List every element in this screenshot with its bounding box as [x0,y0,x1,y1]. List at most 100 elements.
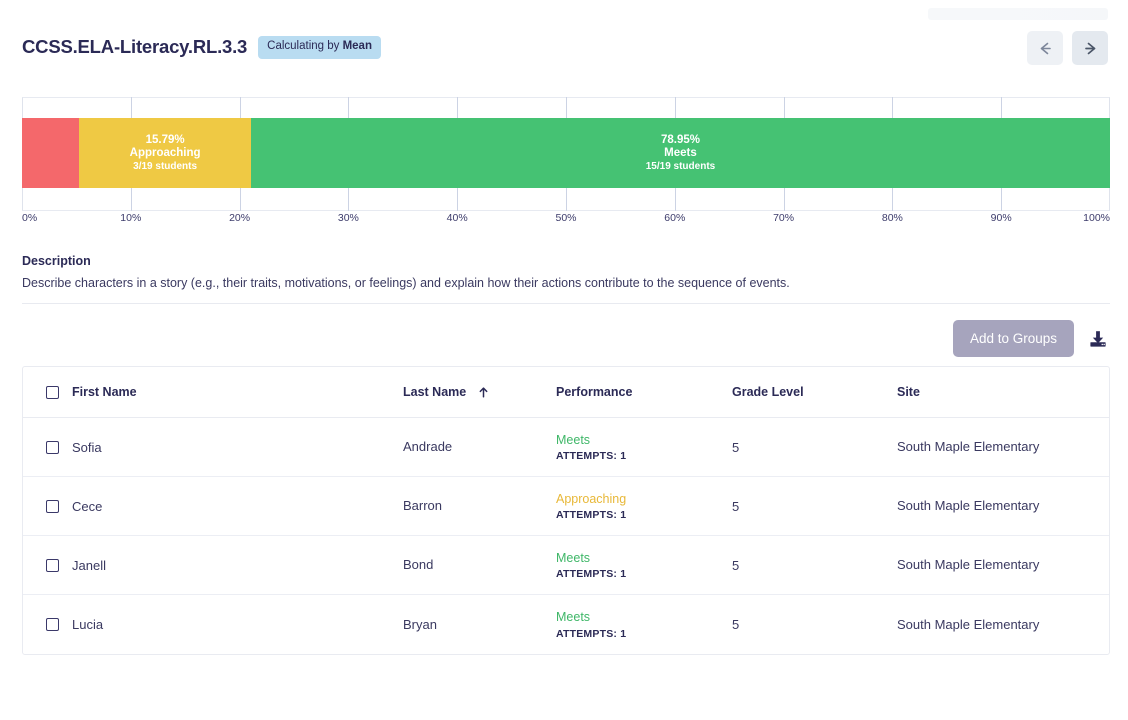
first-name-text: Janell [72,558,106,573]
last-name-text: Barron [403,498,442,513]
first-name-text: Sofia [72,440,102,455]
row-checkbox[interactable] [46,618,59,631]
row-checkbox[interactable] [46,441,59,454]
cell-last-name: Andrade [403,438,556,456]
add-to-groups-button[interactable]: Add to Groups [953,320,1074,357]
column-header-last-name-label: Last Name [403,385,466,399]
last-name-text: Bond [403,557,433,572]
performance-status: Meets [556,432,732,449]
table-actions: Add to Groups [953,320,1108,357]
cell-performance: MeetsATTEMPTS: 1 [556,432,732,463]
calculation-method-badge: Calculating by Mean [258,36,381,59]
chart-x-axis: 0% 10% 20% 30% 40% 50% 60% 70% 80% 90% 100% [0,212,1128,232]
column-header-site[interactable]: Site [897,385,1109,399]
site-text: South Maple Elementary [897,439,1039,454]
description-section: Description Describe characters in a sto… [22,254,1110,292]
cell-last-name: Bryan [403,616,556,634]
cell-first-name: Janell [23,558,403,573]
table-row[interactable]: Lucia Bryan MeetsATTEMPTS: 15South Maple E… [23,595,1109,654]
cell-grade-level: 5 [732,440,897,455]
performance-distribution-chart: 15.79%Approaching3/19 students78.95%Meet… [22,97,1110,211]
calculation-method-prefix: Calculating by [267,40,342,52]
column-header-grade-level[interactable]: Grade Level [732,385,897,399]
stacked-bar: 15.79%Approaching3/19 students78.95%Meet… [22,118,1110,188]
grade-level-text: 5 [732,440,897,455]
column-header-first-name-label: First Name [72,385,137,399]
cell-site: South Maple Elementary [897,497,1109,515]
grade-level-text: 5 [732,617,897,632]
bar-segment-count: 3/19 students [133,161,197,173]
table-row[interactable]: Janell Bond MeetsATTEMPTS: 15South Maple E… [23,536,1109,595]
axis-tick-label: 100% [1083,212,1110,224]
cell-first-name: Lucia [23,617,403,632]
cell-performance: MeetsATTEMPTS: 1 [556,609,732,640]
axis-tick-label: 90% [991,212,1012,224]
bar-segment-count: 15/19 students [646,161,715,173]
section-divider [22,303,1110,304]
column-header-first-name[interactable]: First Name [23,385,403,399]
site-text: South Maple Elementary [897,557,1039,572]
axis-tick-label: 30% [338,212,359,224]
axis-tick-label: 0% [22,212,37,224]
cell-last-name: Barron [403,497,556,515]
axis-tick-label: 20% [229,212,250,224]
first-name-text: Cece [72,499,102,514]
calculation-method-value: Mean [343,40,372,52]
page-header: CCSS.ELA-Literacy.RL.3.3 Calculating by … [22,36,381,59]
column-header-grade-level-label: Grade Level [732,385,804,399]
select-all-checkbox[interactable] [46,386,59,399]
column-header-performance[interactable]: Performance [556,385,732,399]
table-row[interactable]: Cece Barron ApproachingATTEMPTS: 15South M… [23,477,1109,536]
column-header-performance-label: Performance [556,385,632,399]
table-row[interactable]: Sofia Andrade MeetsATTEMPTS: 15South Maple… [23,418,1109,477]
cell-grade-level: 5 [732,499,897,514]
cell-site: South Maple Elementary [897,556,1109,574]
bar-segment-percent: 15.79% [146,134,185,148]
description-body: Describe characters in a story (e.g., th… [22,275,1110,292]
prev-standard-button[interactable] [1027,31,1063,65]
bar-segment-percent: 78.95% [661,134,700,148]
cell-last-name: Bond [403,556,556,574]
axis-tick-label: 60% [664,212,685,224]
row-checkbox[interactable] [46,500,59,513]
performance-status: Approaching [556,491,732,508]
cell-first-name: Sofia [23,440,403,455]
sort-ascending-icon [477,386,490,399]
page-title: CCSS.ELA-Literacy.RL.3.3 [22,36,247,58]
description-heading: Description [22,254,1110,268]
attempts-text: ATTEMPTS: 1 [556,450,732,462]
bar-segment-approaching[interactable]: 15.79%Approaching3/19 students [79,118,251,188]
bar-segment-meets[interactable]: 78.95%Meets15/19 students [251,118,1110,188]
cell-first-name: Cece [23,499,403,514]
top-partial-element [928,8,1108,20]
download-icon[interactable] [1088,329,1108,349]
next-standard-button[interactable] [1072,31,1108,65]
axis-tick-label: 10% [120,212,141,224]
site-text: South Maple Elementary [897,617,1039,632]
last-name-text: Andrade [403,439,452,454]
row-checkbox[interactable] [46,559,59,572]
column-header-site-label: Site [897,385,920,399]
column-header-last-name[interactable]: Last Name [403,385,556,399]
cell-site: South Maple Elementary [897,616,1109,634]
axis-tick-label: 50% [555,212,576,224]
last-name-text: Bryan [403,617,437,632]
cell-performance: MeetsATTEMPTS: 1 [556,550,732,581]
attempts-text: ATTEMPTS: 1 [556,509,732,521]
grade-level-text: 5 [732,499,897,514]
table-header-row: First Name Last Name Performance Grade L… [23,367,1109,418]
bar-segment-not-met[interactable] [22,118,79,188]
cell-grade-level: 5 [732,558,897,573]
cell-performance: ApproachingATTEMPTS: 1 [556,491,732,522]
axis-tick-label: 80% [882,212,903,224]
table-body: SofiaAndradeMeetsATTEMPTS: 15South Maple… [23,418,1109,654]
first-name-text: Lucia [72,617,103,632]
standard-navigation [1027,31,1108,65]
arrow-right-icon [1082,40,1099,57]
performance-status: Meets [556,609,732,626]
axis-tick-label: 40% [447,212,468,224]
axis-tick-label: 70% [773,212,794,224]
students-table: First Name Last Name Performance Grade L… [22,366,1110,655]
site-text: South Maple Elementary [897,498,1039,513]
grade-level-text: 5 [732,558,897,573]
